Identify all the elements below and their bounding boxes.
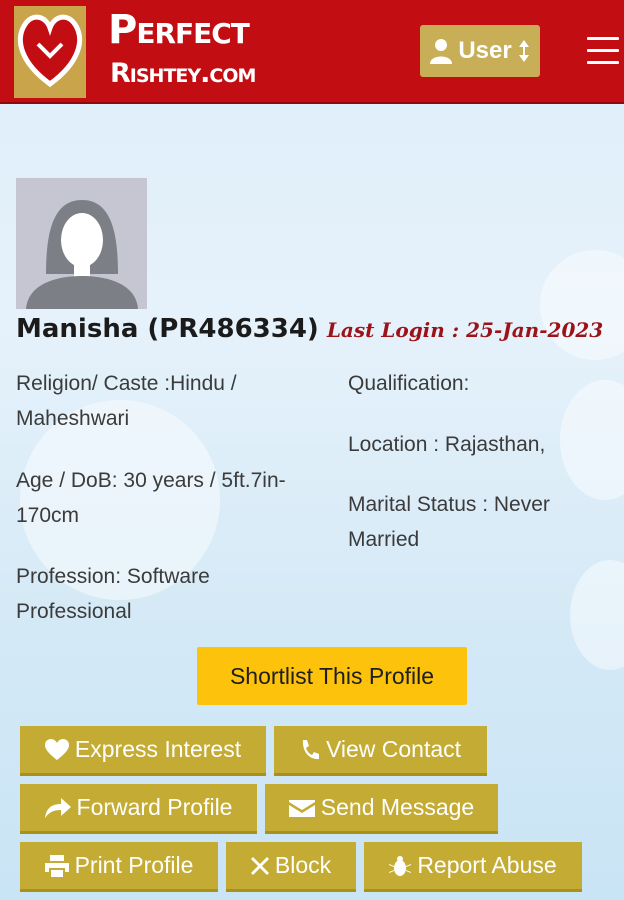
print-profile-label: Print Profile xyxy=(74,852,194,878)
express-interest-button[interactable]: Express Interest xyxy=(20,726,266,776)
report-abuse-label: Report Abuse xyxy=(417,852,557,878)
age-dob: Age / DoB: 30 years / 5ft.7in-170cm xyxy=(16,469,286,527)
religion-caste: Religion/ Caste :Hindu / Maheshwari xyxy=(16,372,237,430)
marital-status: Marital Status : Never Married xyxy=(348,493,550,551)
hamburger-menu-icon[interactable] xyxy=(587,37,619,65)
location: Location : Rajasthan, xyxy=(348,433,546,456)
print-profile-button[interactable]: Print Profile xyxy=(20,842,218,892)
view-contact-button[interactable]: View Contact xyxy=(274,726,487,776)
send-message-button[interactable]: Send Message xyxy=(265,784,498,834)
background-flower xyxy=(570,560,624,670)
block-label: Block xyxy=(274,852,332,878)
bug-icon xyxy=(389,855,412,876)
envelope-icon xyxy=(288,799,315,817)
printer-icon xyxy=(44,854,69,877)
express-interest-label: Express Interest xyxy=(74,736,242,762)
profile-avatar xyxy=(16,178,147,309)
report-abuse-button[interactable]: Report Abuse xyxy=(364,842,582,892)
profession: Profession: Software Professional xyxy=(16,565,210,623)
view-contact-label: View Contact xyxy=(325,736,462,762)
female-silhouette-icon xyxy=(26,200,138,309)
phone-icon xyxy=(302,739,319,759)
site-header: Perfect Rishtey.com User xyxy=(0,0,624,104)
profile-name: Manisha (PR486334) xyxy=(16,314,319,344)
last-login: Last Login : 25-Jan-2023 xyxy=(326,318,604,342)
logo-heart-icon[interactable] xyxy=(10,4,90,98)
brand-name-line2: Rishtey.com xyxy=(110,58,256,89)
share-arrow-icon xyxy=(44,797,71,818)
block-button[interactable]: Block xyxy=(226,842,356,892)
profile-name-line: Manisha (PR486334) Last Login : 25-Jan-20… xyxy=(16,314,603,344)
close-x-icon xyxy=(250,856,269,875)
shortlist-profile-button[interactable]: Shortlist This Profile xyxy=(197,647,467,705)
heart-icon xyxy=(44,738,69,760)
forward-profile-button[interactable]: Forward Profile xyxy=(20,784,257,834)
sort-arrows-icon xyxy=(518,40,529,62)
user-menu-button[interactable]: User xyxy=(420,25,540,77)
send-message-label: Send Message xyxy=(320,794,475,820)
brand-name-line1: Perfect xyxy=(108,7,250,53)
qualification: Qualification: xyxy=(348,372,470,395)
forward-profile-label: Forward Profile xyxy=(76,794,233,820)
user-icon xyxy=(430,39,453,64)
user-button-label: User xyxy=(458,37,512,64)
